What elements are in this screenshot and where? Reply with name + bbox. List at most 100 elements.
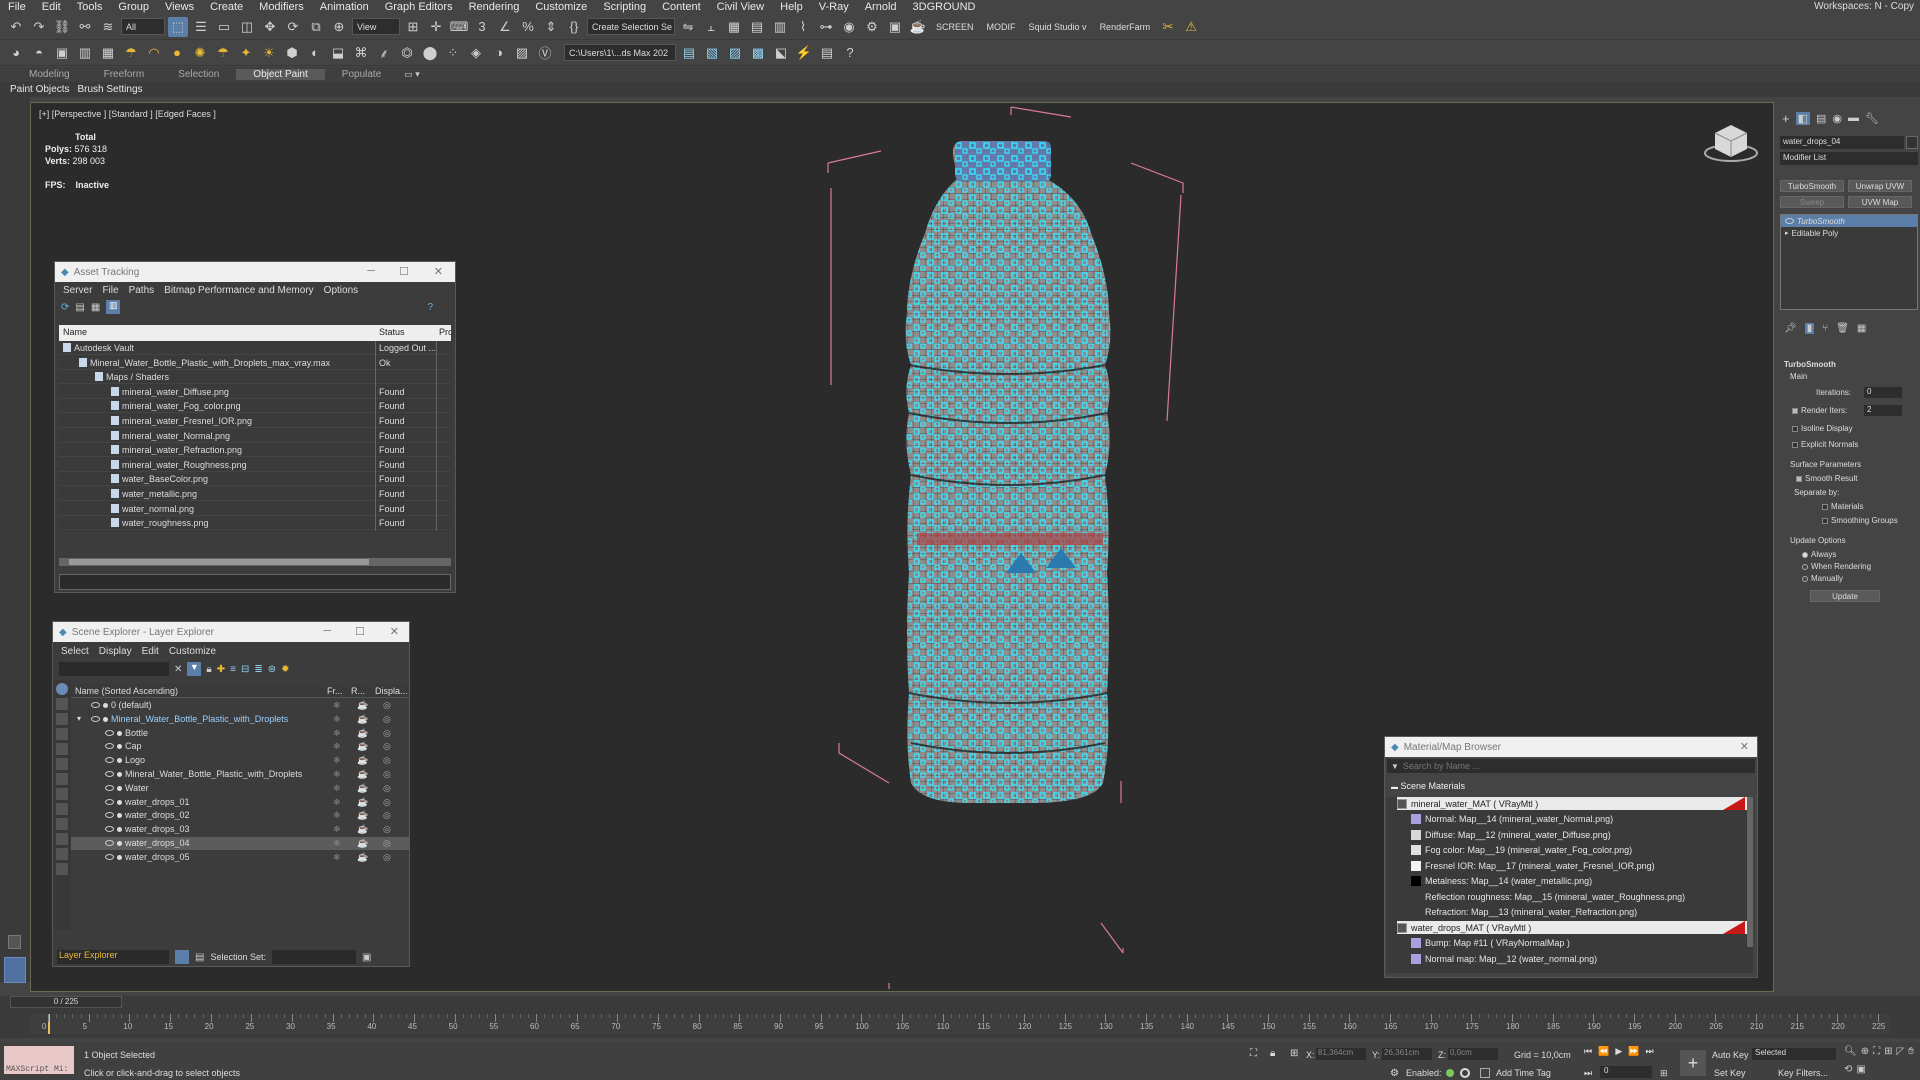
update-button[interactable]: Update bbox=[1810, 590, 1880, 602]
eye-icon[interactable] bbox=[105, 812, 114, 819]
material-search-input[interactable] bbox=[1402, 761, 1703, 771]
close-icon[interactable]: ✕ bbox=[390, 625, 399, 638]
always-radio[interactable] bbox=[1802, 552, 1808, 558]
menu-customize[interactable]: Customize bbox=[527, 1, 595, 13]
window-crossing-icon[interactable]: ◫ bbox=[237, 17, 257, 37]
isoline-checkbox[interactable] bbox=[1792, 426, 1798, 432]
go-to-end-icon[interactable]: ⏭ bbox=[1645, 1046, 1653, 1060]
pan-icon[interactable]: ✋︎ bbox=[1908, 1046, 1914, 1060]
freeze-icon[interactable]: ❄ bbox=[333, 810, 341, 821]
zoom-extents-all-icon[interactable]: ⊞ bbox=[1884, 1046, 1892, 1060]
orbit-icon[interactable]: ⟲ bbox=[1844, 1064, 1852, 1078]
map-row[interactable]: Diffuse: Map__12 (mineral_water_Diffuse.… bbox=[1411, 828, 1747, 841]
render-production-icon[interactable]: ☕ bbox=[908, 17, 928, 37]
eye-icon[interactable] bbox=[105, 771, 114, 777]
material-editor-icon[interactable]: ◉ bbox=[839, 17, 859, 37]
freeze-icon[interactable]: ❄ bbox=[333, 700, 341, 711]
layer-row[interactable]: water_drops_05 ❄ ☕ ◎ bbox=[71, 851, 409, 864]
asset-tracking-window[interactable]: ◆ Asset Tracking ─ ☐ ✕ Server File Paths Bi… bbox=[54, 261, 456, 593]
material-scrollbar[interactable] bbox=[1747, 797, 1753, 947]
clear-search-icon[interactable]: ✕ bbox=[174, 664, 182, 675]
selection-filter-dropdown[interactable]: All bbox=[121, 18, 165, 35]
freeze-icon[interactable]: ❄ bbox=[333, 797, 341, 808]
spot-light-icon[interactable]: ☂ bbox=[213, 43, 233, 63]
menu-graph-editors[interactable]: Graph Editors bbox=[377, 1, 461, 13]
maximize-viewport-icon[interactable]: ▣ bbox=[1856, 1064, 1865, 1078]
time-tag-icon[interactable] bbox=[1480, 1068, 1490, 1078]
cylinder-icon[interactable]: ▥ bbox=[75, 43, 95, 63]
motion-tab-icon[interactable]: ◉ bbox=[1832, 112, 1842, 125]
asset-row[interactable]: mineral_water_Fresnel_IOR.png Found bbox=[59, 414, 451, 428]
hierarchy-tab-icon[interactable]: ▤ bbox=[1816, 112, 1826, 125]
render-iters-checkbox[interactable] bbox=[1792, 408, 1798, 414]
asset-row[interactable]: mineral_water_Diffuse.png Found bbox=[59, 385, 451, 399]
eye-icon[interactable] bbox=[105, 798, 114, 805]
display-helpers-icon[interactable] bbox=[56, 758, 68, 770]
select-by-name-icon[interactable]: ☰ bbox=[191, 17, 211, 37]
freeze-icon[interactable]: ❄ bbox=[333, 714, 341, 725]
listener-icon[interactable]: ▤ bbox=[817, 43, 837, 63]
ribbon-tab-freeform[interactable]: Freeform bbox=[87, 69, 162, 80]
curve-editor-icon[interactable]: ⌇ bbox=[793, 17, 813, 37]
zoom-all-icon[interactable]: ⊕ bbox=[1861, 1046, 1869, 1060]
utilities-tab-icon[interactable]: 🔧︎ bbox=[1865, 112, 1879, 125]
selection-set-icon[interactable]: ▣ bbox=[362, 952, 371, 963]
display-mode-icon[interactable]: ◎ bbox=[383, 755, 391, 766]
sphere-icon[interactable]: ◓ bbox=[29, 43, 49, 63]
key-filters-button[interactable]: Key Filters... bbox=[1778, 1068, 1828, 1078]
asset-menu-options[interactable]: Options bbox=[324, 285, 358, 296]
remove-modifier-icon[interactable]: 🗑︎ bbox=[1836, 323, 1849, 334]
layer-row[interactable]: water_drops_02 ❄ ☕ ◎ bbox=[71, 809, 409, 822]
set-key-button[interactable]: Set Key bbox=[1714, 1068, 1746, 1078]
display-xrefs-icon[interactable] bbox=[56, 803, 68, 815]
display-mode-icon[interactable]: ◎ bbox=[383, 714, 391, 725]
mirror-icon[interactable]: ⇋ bbox=[678, 17, 698, 37]
freeze-icon[interactable]: ❄ bbox=[333, 769, 341, 780]
layer-row[interactable]: Bottle ❄ ☕ ◎ bbox=[71, 727, 409, 740]
scissors-icon[interactable]: ✂ bbox=[1158, 17, 1178, 37]
maxscript-listener[interactable]: MAXScript Mi: bbox=[4, 1046, 74, 1074]
horizontal-scrollbar[interactable] bbox=[59, 558, 451, 566]
expand-arrow-icon[interactable]: ▾ bbox=[77, 714, 81, 723]
menu-views[interactable]: Views bbox=[157, 1, 202, 13]
ribbon-tab-selection[interactable]: Selection bbox=[161, 69, 236, 80]
layers-icon[interactable]: ≣ bbox=[254, 664, 262, 675]
expand-icon[interactable]: ▸ bbox=[1785, 229, 1789, 237]
material-map-browser[interactable]: ◆ Material/Map Browser ✕ ▼ ▬ Scene Mater… bbox=[1384, 736, 1758, 978]
map-row[interactable]: Fog color: Map__19 (mineral_water_Fog_co… bbox=[1411, 844, 1747, 857]
sun-icon[interactable]: ● bbox=[167, 43, 187, 63]
object-color-swatch[interactable] bbox=[1906, 136, 1918, 149]
teapot-icon[interactable]: ◕ bbox=[6, 43, 26, 63]
sweep-button[interactable]: Sweep bbox=[1780, 196, 1844, 208]
material-row[interactable]: water_drops_MAT ( VRayMtl ) bbox=[1397, 921, 1747, 934]
zoom-extents-icon[interactable]: ⛶ bbox=[1873, 1046, 1880, 1060]
stack-item-turbosmooth[interactable]: TurboSmooth bbox=[1781, 215, 1917, 227]
layer-list-icon[interactable]: ▤ bbox=[195, 952, 204, 963]
map-row[interactable]: Reflection roughness: Map__15 (mineral_w… bbox=[1411, 890, 1747, 903]
set-project-icon[interactable]: ▤ bbox=[679, 43, 699, 63]
minimize-icon[interactable]: ─ bbox=[323, 625, 331, 637]
eye-icon[interactable] bbox=[105, 784, 114, 791]
filter-search-input[interactable] bbox=[59, 662, 169, 676]
menu-civil-view[interactable]: Civil View bbox=[709, 1, 772, 13]
eye-icon[interactable] bbox=[105, 840, 114, 846]
named-selection-dropdown[interactable]: Create Selection Se bbox=[587, 18, 675, 35]
ribbon-sub-paint-objects[interactable]: Paint Objects bbox=[10, 84, 69, 95]
make-unique-icon[interactable]: ⑂ bbox=[1822, 323, 1828, 334]
set-key-big-button[interactable]: + bbox=[1680, 1050, 1706, 1076]
renderfarm-label[interactable]: RenderFarm bbox=[1095, 22, 1156, 32]
col-layer-name[interactable]: Name (Sorted Ascending) bbox=[75, 686, 178, 696]
vray-displace-icon[interactable]: ⏣ bbox=[397, 43, 417, 63]
render-toggle-icon[interactable]: ☕ bbox=[357, 810, 368, 821]
collapse-icon[interactable]: ▬ bbox=[1391, 784, 1398, 791]
menu-scripting[interactable]: Scripting bbox=[595, 1, 654, 13]
new-layer-icon[interactable]: ✚ bbox=[217, 664, 225, 675]
rendered-frame-window-icon[interactable]: ▣ bbox=[885, 17, 905, 37]
freeze-icon[interactable]: ❄ bbox=[333, 838, 341, 849]
layer-row[interactable]: water_drops_01 ❄ ☕ ◎ bbox=[71, 796, 409, 809]
display-mode-icon[interactable]: ◎ bbox=[383, 741, 391, 752]
smooth-result-checkbox[interactable] bbox=[1796, 476, 1802, 482]
angle-snap-icon[interactable]: ∠ bbox=[495, 17, 515, 37]
keyboard-shortcut-icon[interactable]: ⌨ bbox=[449, 17, 469, 37]
layer-row[interactable]: Mineral_Water_Bottle_Plastic_with_Drople… bbox=[71, 713, 409, 726]
